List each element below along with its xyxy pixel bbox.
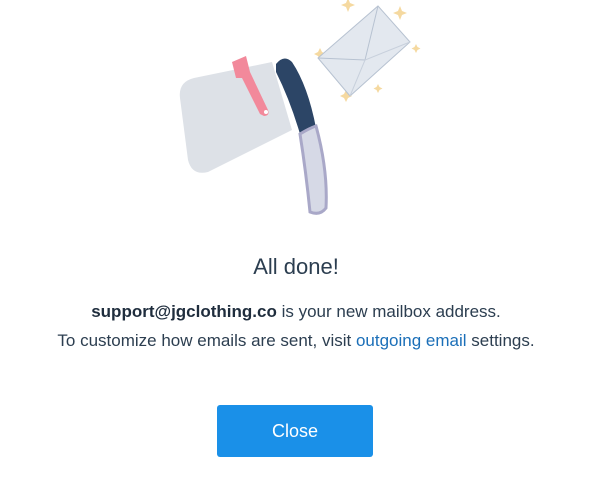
mailbox-address-line: support@jgclothing.co is your new mailbo… [0,300,592,324]
mailbox-icon [179,0,421,215]
customize-suffix-text: settings. [466,331,535,350]
customize-line: To customize how emails are sent, visit … [0,329,592,353]
close-button[interactable]: Close [217,405,373,457]
envelope-icon [317,5,411,97]
mailbox-address: support@jgclothing.co [91,302,277,321]
mailbox-illustration [160,0,430,220]
customize-prefix-text: To customize how emails are sent, visit [57,331,356,350]
mailbox-strap [298,124,328,215]
mailbox-body [179,62,292,173]
outgoing-email-link[interactable]: outgoing email [356,331,467,350]
dialog-title: All done! [253,254,339,279]
address-suffix-text: is your new mailbox address. [276,302,501,321]
